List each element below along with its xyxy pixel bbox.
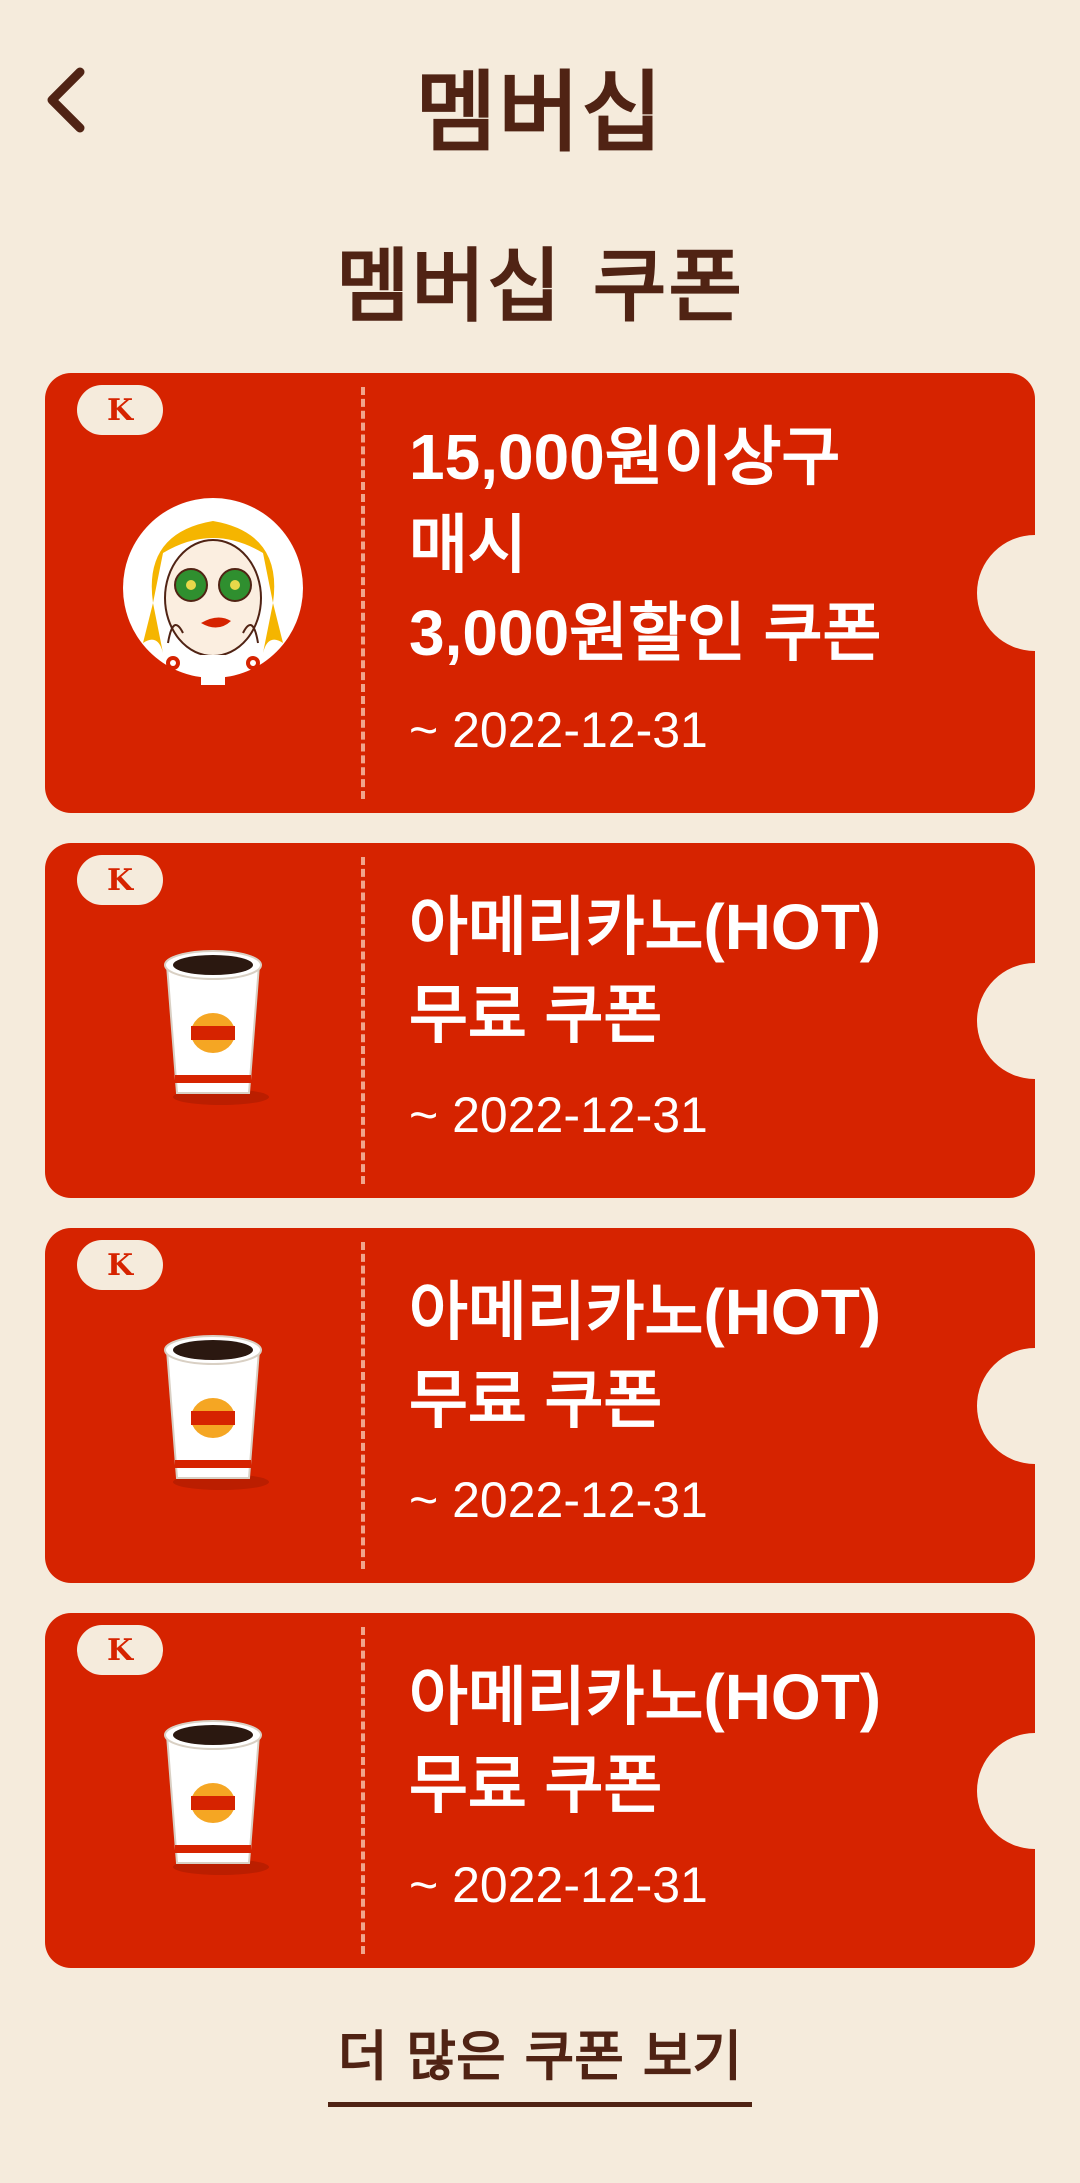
coupon-expiry: ~ 2022-12-31: [409, 1857, 708, 1913]
coupon-card[interactable]: K 아메리카노(HOT) 무료 쿠폰 ~ 2022-12-31: [45, 1613, 1080, 1968]
k-badge: K: [77, 855, 163, 905]
coupon-title-line: 3,000원할인 쿠폰: [409, 597, 882, 669]
coupon-title-line: 아메리카노(HOT): [409, 891, 882, 963]
coupon-card[interactable]: K 아메리카노(HOT) 무료 쿠폰 ~ 2022-12-31: [45, 843, 1080, 1198]
coupon-notch: [977, 1348, 1080, 1464]
coupon-title: 15,000원이상구 매시 3,000원할인 쿠폰: [409, 413, 955, 677]
coupon-title-line: 무료 쿠폰: [409, 1749, 663, 1821]
coupon-divider: [361, 1242, 365, 1569]
coupon-title-line: 15,000원이상구: [409, 421, 841, 493]
coupon-card[interactable]: K 15,000원이상구 매시 3,000원할인 쿠폰 ~ 2022-12-31: [45, 373, 1080, 813]
coupon-expiry: ~ 2022-12-31: [409, 1087, 708, 1143]
coupon-divider: [361, 387, 365, 799]
coupon-title-line: 아메리카노(HOT): [409, 1661, 882, 1733]
header: 멤버십: [0, 0, 1080, 200]
woman-illustration-image: [113, 493, 313, 693]
coupon-title-line: 아메리카노(HOT): [409, 1276, 882, 1348]
k-badge: K: [77, 385, 163, 435]
coffee-cup-image: [113, 1685, 313, 1885]
coupon-title-line: 무료 쿠폰: [409, 979, 663, 1051]
k-badge: K: [77, 1240, 163, 1290]
coupon-title-line: 매시: [409, 509, 527, 581]
coupon-expiry: ~ 2022-12-31: [409, 702, 708, 758]
coffee-cup-image: [113, 1300, 313, 1500]
k-badge: K: [77, 1625, 163, 1675]
coupon-divider: [361, 1627, 365, 1954]
section-title: 멤버십 쿠폰: [336, 240, 744, 333]
coupon-title: 아메리카노(HOT) 무료 쿠폰: [409, 1268, 955, 1444]
coupon-title: 아메리카노(HOT) 무료 쿠폰: [409, 883, 955, 1059]
coupon-card[interactable]: K 아메리카노(HOT) 무료 쿠폰 ~ 2022-12-31: [45, 1228, 1080, 1583]
more-coupons-underline: [328, 2102, 752, 2107]
page-title: 멤버십: [415, 61, 665, 164]
coffee-cup-image: [113, 915, 313, 1115]
coupon-notch: [977, 535, 1080, 651]
coupon-title-line: 무료 쿠폰: [409, 1364, 663, 1436]
coupon-divider: [361, 857, 365, 1184]
coupon-title: 아메리카노(HOT) 무료 쿠폰: [409, 1653, 955, 1829]
coupon-notch: [977, 963, 1080, 1079]
coupon-notch: [977, 1733, 1080, 1849]
coupon-expiry: ~ 2022-12-31: [409, 1472, 708, 1528]
more-coupons-link[interactable]: 더 많은 쿠폰 보기: [328, 2012, 752, 2091]
